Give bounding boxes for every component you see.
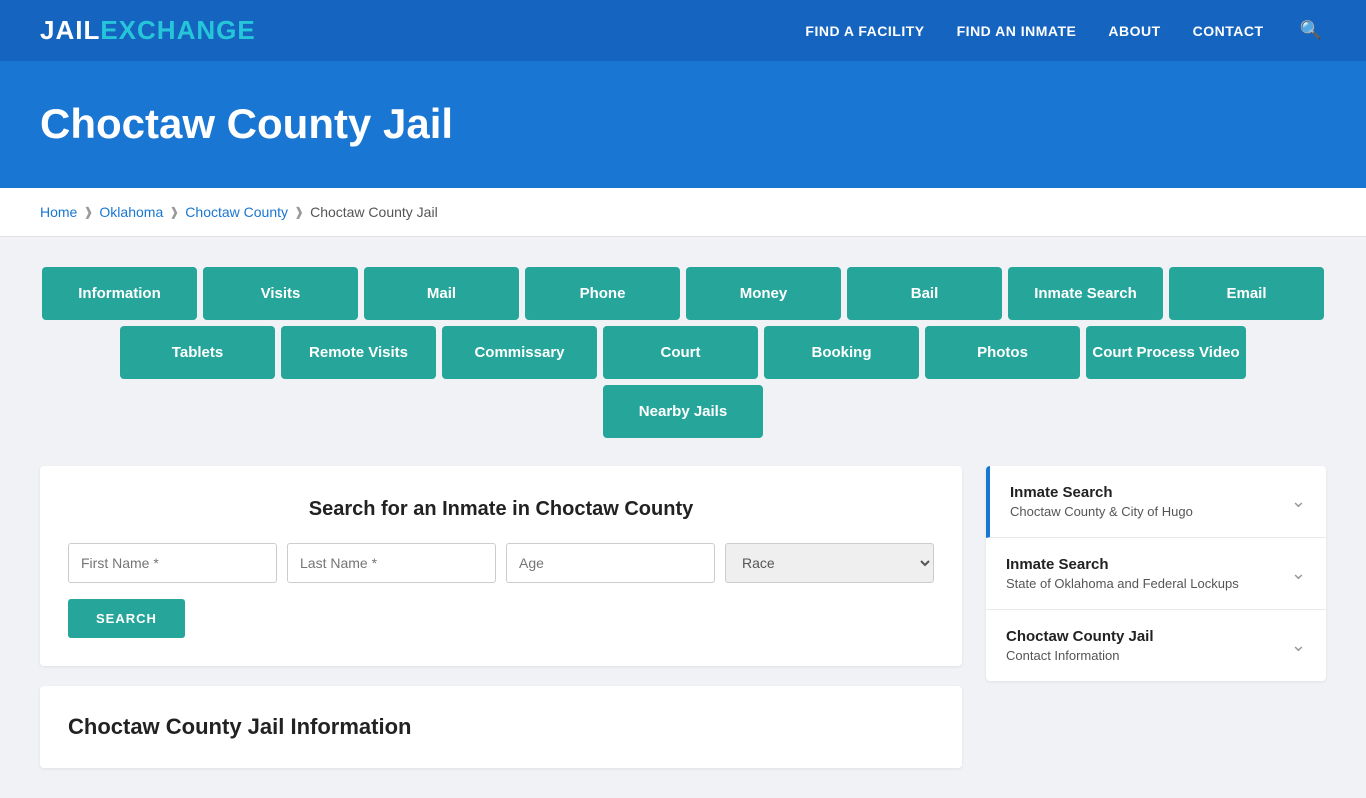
breadcrumb-bar: Home ❱ Oklahoma ❱ Choctaw County ❱ Choct… — [0, 188, 1366, 237]
info-section: Choctaw County Jail Information — [40, 686, 962, 768]
sidebar-item-0[interactable]: Inmate Search Choctaw County & City of H… — [986, 466, 1326, 538]
sidebar-item-1-subtitle: State of Oklahoma and Federal Lockups — [1006, 576, 1239, 591]
two-col-layout: Search for an Inmate in Choctaw County R… — [40, 466, 1326, 768]
sidebar: Inmate Search Choctaw County & City of H… — [986, 466, 1326, 681]
sidebar-item-2-subtitle: Contact Information — [1006, 648, 1154, 663]
page-title: Choctaw County Jail — [40, 100, 1326, 148]
age-input[interactable] — [506, 543, 715, 583]
race-select[interactable]: Race White Black Hispanic Asian Other — [725, 543, 934, 583]
btn-bail[interactable]: Bail — [847, 267, 1002, 320]
main-nav: FIND A FACILITY FIND AN INMATE ABOUT CON… — [805, 16, 1326, 45]
info-title: Choctaw County Jail Information — [68, 714, 934, 740]
logo-jail: JAIL — [40, 15, 100, 46]
sidebar-item-2-title: Choctaw County Jail — [1006, 628, 1154, 645]
search-fields: Race White Black Hispanic Asian Other — [68, 543, 934, 583]
last-name-input[interactable] — [287, 543, 496, 583]
site-logo[interactable]: JAILEXCHANGE — [40, 15, 256, 46]
btn-court-process-video[interactable]: Court Process Video — [1086, 326, 1246, 379]
sidebar-item-0-subtitle: Choctaw County & City of Hugo — [1010, 504, 1193, 519]
main-content: Information Visits Mail Phone Money Bail… — [0, 237, 1366, 798]
chevron-down-icon-0: ⌄ — [1291, 491, 1306, 512]
btn-photos[interactable]: Photos — [925, 326, 1080, 379]
breadcrumb-sep-3: ❱ — [294, 205, 304, 219]
breadcrumb-sep-1: ❱ — [83, 205, 93, 219]
nav-contact[interactable]: CONTACT — [1193, 23, 1264, 39]
btn-mail[interactable]: Mail — [364, 267, 519, 320]
breadcrumb-sep-2: ❱ — [169, 205, 179, 219]
btn-booking[interactable]: Booking — [764, 326, 919, 379]
search-title: Search for an Inmate in Choctaw County — [68, 498, 934, 521]
breadcrumb-current: Choctaw County Jail — [310, 204, 438, 220]
btn-visits[interactable]: Visits — [203, 267, 358, 320]
sidebar-item-1[interactable]: Inmate Search State of Oklahoma and Fede… — [986, 538, 1326, 610]
btn-commissary[interactable]: Commissary — [442, 326, 597, 379]
btn-remote-visits[interactable]: Remote Visits — [281, 326, 436, 379]
btn-money[interactable]: Money — [686, 267, 841, 320]
btn-information[interactable]: Information — [42, 267, 197, 320]
sidebar-item-0-title: Inmate Search — [1010, 484, 1193, 501]
chevron-down-icon-2: ⌄ — [1291, 635, 1306, 656]
chevron-down-icon-1: ⌄ — [1291, 563, 1306, 584]
logo-exchange: EXCHANGE — [100, 15, 255, 46]
nav-button-grid: Information Visits Mail Phone Money Bail… — [40, 267, 1326, 438]
breadcrumb-county[interactable]: Choctaw County — [185, 204, 288, 220]
site-header: JAILEXCHANGE FIND A FACILITY FIND AN INM… — [0, 0, 1366, 64]
nav-find-inmate[interactable]: FIND AN INMATE — [957, 23, 1077, 39]
nav-about[interactable]: ABOUT — [1108, 23, 1160, 39]
btn-tablets[interactable]: Tablets — [120, 326, 275, 379]
search-icon-button[interactable]: 🔍 — [1296, 16, 1326, 45]
breadcrumb: Home ❱ Oklahoma ❱ Choctaw County ❱ Choct… — [40, 204, 1326, 220]
breadcrumb-oklahoma[interactable]: Oklahoma — [99, 204, 163, 220]
sidebar-item-1-title: Inmate Search — [1006, 556, 1239, 573]
btn-court[interactable]: Court — [603, 326, 758, 379]
sidebar-card: Inmate Search Choctaw County & City of H… — [986, 466, 1326, 681]
sidebar-item-2[interactable]: Choctaw County Jail Contact Information … — [986, 610, 1326, 681]
first-name-input[interactable] — [68, 543, 277, 583]
btn-phone[interactable]: Phone — [525, 267, 680, 320]
breadcrumb-home[interactable]: Home — [40, 204, 77, 220]
nav-find-facility[interactable]: FIND A FACILITY — [805, 23, 924, 39]
hero-banner: Choctaw County Jail — [0, 64, 1366, 188]
btn-email[interactable]: Email — [1169, 267, 1324, 320]
btn-inmate-search[interactable]: Inmate Search — [1008, 267, 1163, 320]
btn-nearby-jails[interactable]: Nearby Jails — [603, 385, 763, 438]
search-button[interactable]: SEARCH — [68, 599, 185, 638]
search-panel: Search for an Inmate in Choctaw County R… — [40, 466, 962, 666]
